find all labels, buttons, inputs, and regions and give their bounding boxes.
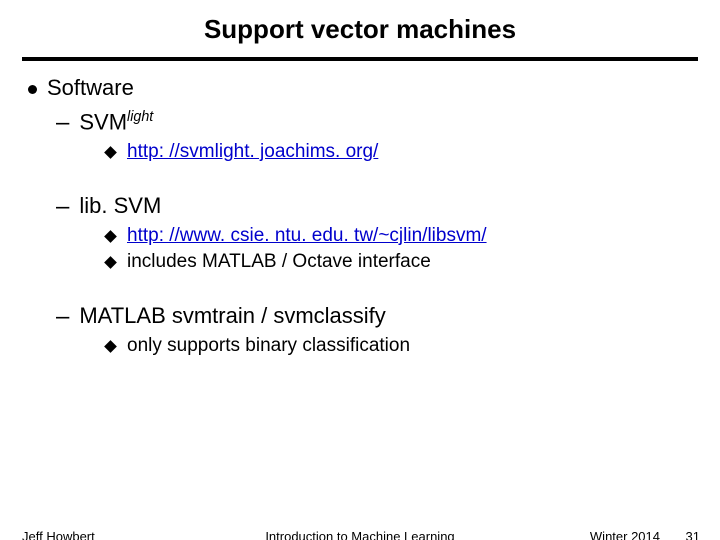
title-divider: [22, 57, 698, 61]
footer-term: Winter 2014: [590, 529, 660, 540]
diamond-bullet-icon: [104, 146, 117, 159]
bullet-libsvm-url: http: //www. csie. ntu. edu. tw/~cjlin/l…: [106, 225, 692, 247]
diamond-bullet-icon: [104, 256, 117, 269]
dash-bullet-icon: –: [56, 109, 69, 137]
dash-bullet-icon: –: [56, 303, 69, 331]
diamond-bullet-icon: [104, 230, 117, 243]
bullet-libsvm-note: includes MATLAB / Octave interface: [106, 251, 692, 273]
svmlight-link[interactable]: http: //svmlight. joachims. org/: [127, 141, 378, 163]
bullet-matlab-note: only supports binary classification: [106, 335, 692, 357]
footer-page-number: 31: [686, 529, 700, 540]
bullet-software: Software: [28, 75, 692, 101]
bullet-svmlight-url: http: //svmlight. joachims. org/: [106, 141, 692, 163]
bullet-svmlight: – SVMlight: [56, 109, 692, 137]
libsvm-link[interactable]: http: //www. csie. ntu. edu. tw/~cjlin/l…: [127, 225, 487, 247]
bullet-matlab: – MATLAB svmtrain / svmclassify: [56, 303, 692, 331]
bullet-libsvm: – lib. SVM: [56, 193, 692, 221]
svmlight-sup: light: [127, 109, 153, 125]
diamond-bullet-icon: [104, 340, 117, 353]
slide-body: Software – SVMlight http: //svmlight. jo…: [28, 75, 692, 357]
slide-title: Support vector machines: [0, 14, 720, 45]
bullet-libsvm-text: lib. SVM: [79, 193, 161, 219]
bullet-svmlight-text: SVMlight: [79, 109, 153, 135]
bullet-matlab-text: MATLAB svmtrain / svmclassify: [79, 303, 385, 329]
matlab-note-text: only supports binary classification: [127, 335, 410, 357]
disc-bullet-icon: [28, 85, 37, 94]
svmlight-base: SVM: [79, 109, 127, 134]
libsvm-note-text: includes MATLAB / Octave interface: [127, 251, 431, 273]
dash-bullet-icon: –: [56, 193, 69, 221]
bullet-software-text: Software: [47, 75, 134, 101]
